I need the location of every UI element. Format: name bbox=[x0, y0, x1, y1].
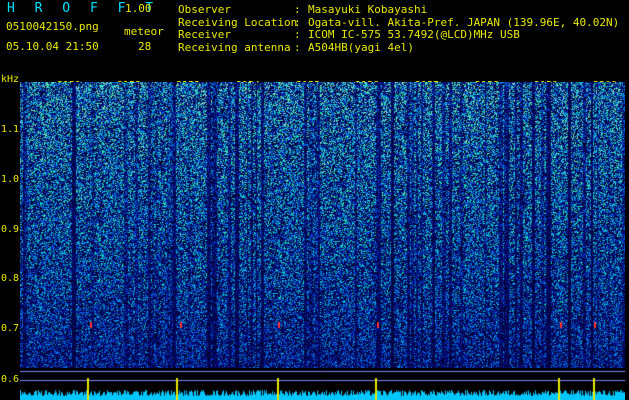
info-separator: : bbox=[294, 3, 301, 16]
info-separator: : bbox=[294, 28, 301, 41]
info-label: Receiving antenna bbox=[178, 40, 291, 54]
y-axis-unit: kHz bbox=[1, 74, 20, 85]
spectrogram-canvas bbox=[20, 82, 625, 368]
y-tick-label: 1.0 bbox=[1, 174, 20, 185]
info-row-receiver: Receiver : ICOM IC-575 53.7492(@LCD)MHz … bbox=[178, 28, 619, 42]
y-tick-label: 0.8 bbox=[1, 273, 20, 284]
y-tick-label: 0.7 bbox=[1, 323, 20, 334]
meteor-label: meteor bbox=[124, 25, 164, 38]
y-tick-label: 0.6 bbox=[1, 374, 20, 385]
info-separator: : bbox=[294, 40, 301, 54]
datetime-label: 05.10.04 21:50 bbox=[6, 40, 99, 53]
station-info: Observer : Masayuki Kobayashi Receiving … bbox=[178, 3, 619, 55]
info-row-observer: Observer : Masayuki Kobayashi bbox=[178, 3, 619, 17]
app-version: 1.00 bbox=[125, 2, 152, 15]
info-row-antenna: Receiving antenna : A504HB(yagi 4el) bbox=[178, 40, 619, 55]
info-value: ICOM IC-575 53.7492(@LCD)MHz USB bbox=[308, 28, 520, 41]
filename-label: 0510042150.png bbox=[6, 20, 99, 33]
info-value: A504HB(yagi 4el) bbox=[308, 40, 414, 54]
y-tick-label: 1.1 bbox=[1, 124, 20, 135]
info-value: Masayuki Kobayashi bbox=[308, 3, 428, 16]
info-label: Observer bbox=[178, 3, 231, 16]
y-tick-label: 0.9 bbox=[1, 224, 20, 235]
signal-trace-canvas bbox=[20, 368, 625, 400]
info-label: Receiver bbox=[178, 28, 231, 41]
meteor-count: 28 bbox=[138, 40, 152, 53]
